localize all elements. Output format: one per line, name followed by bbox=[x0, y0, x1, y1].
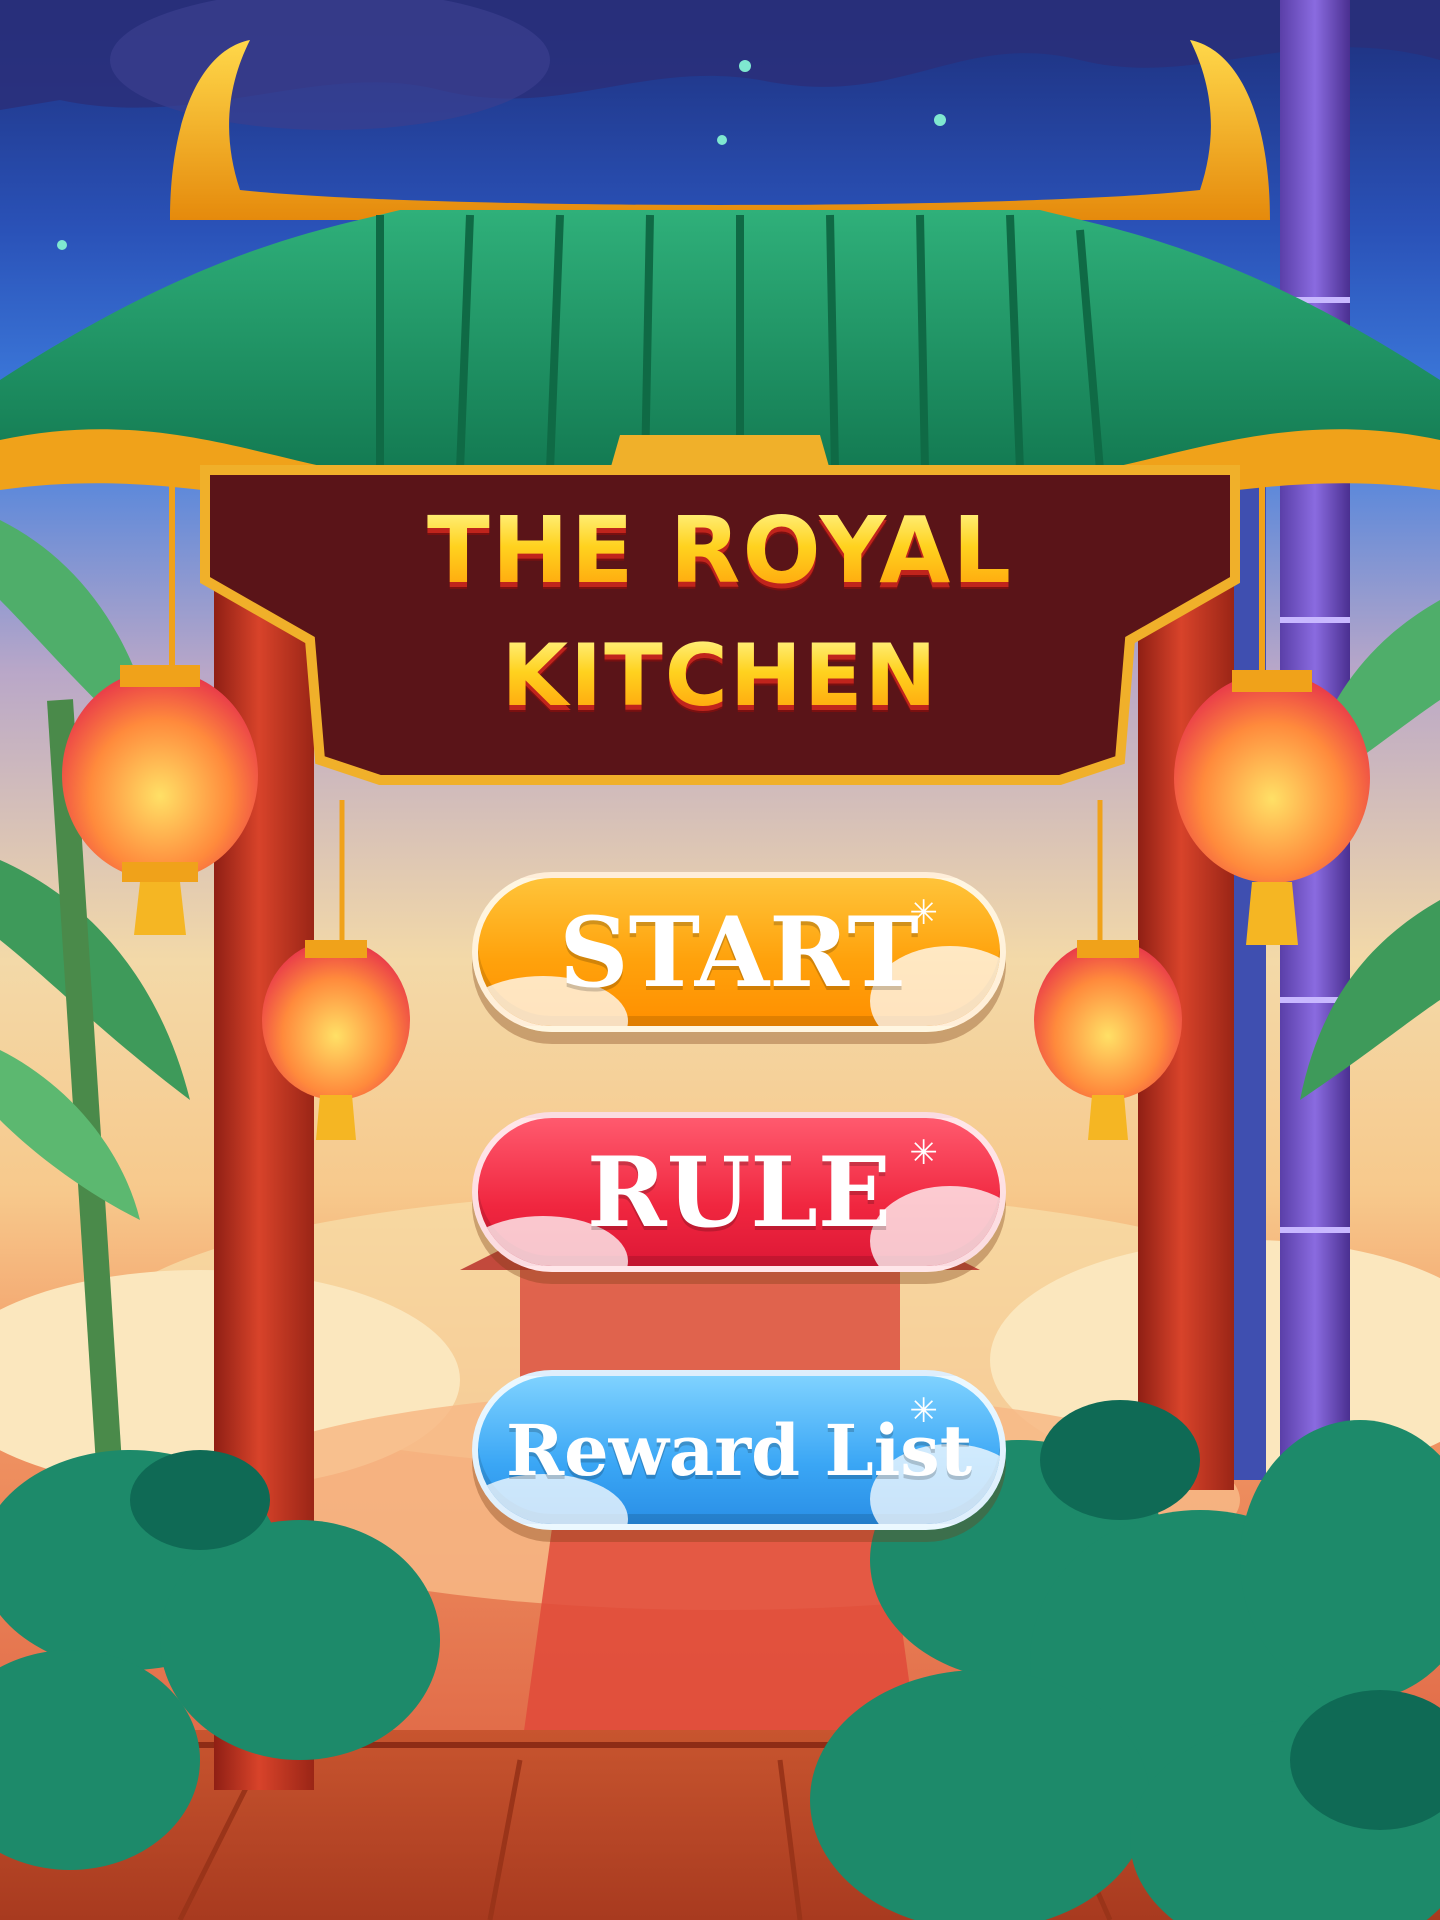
sparkle-icon: ✳ bbox=[909, 1133, 939, 1173]
sparkle-icon: ✳ bbox=[909, 893, 939, 933]
rule-button-label: RULE bbox=[586, 1135, 892, 1249]
title-line-2: KITCHEN bbox=[330, 633, 1110, 719]
rule-button[interactable]: ✳ RULE bbox=[472, 1112, 1006, 1272]
game-title: THE ROYAL KITCHEN bbox=[330, 505, 1110, 720]
start-button-label: START bbox=[559, 895, 919, 1009]
title-line-1: THE ROYAL bbox=[330, 505, 1110, 597]
start-button[interactable]: ✳ START bbox=[472, 872, 1006, 1032]
sparkle-icon: ✳ bbox=[909, 1391, 939, 1431]
game-screen: THE ROYAL KITCHEN ✳ START ✳ RULE ✳ Rewar… bbox=[0, 0, 1440, 1920]
reward-list-button[interactable]: ✳ Reward List bbox=[472, 1370, 1006, 1530]
reward-list-button-label: Reward List bbox=[505, 1408, 973, 1492]
